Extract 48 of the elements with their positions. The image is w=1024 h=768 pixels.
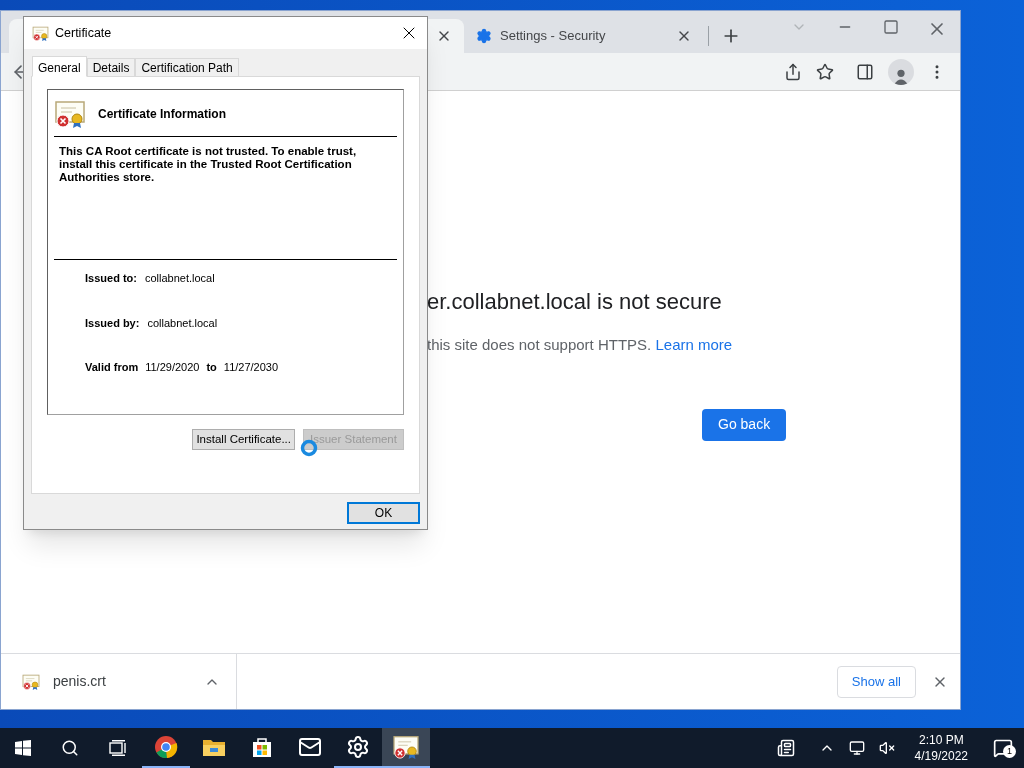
network-icon[interactable]	[848, 740, 865, 756]
field-label: Issued to:	[85, 271, 137, 286]
store-icon	[250, 735, 274, 759]
window-title: Certificate	[55, 24, 113, 42]
dialog-tab[interactable]: Certification Path	[135, 58, 239, 76]
show-all-button[interactable]: Show all	[836, 665, 916, 698]
maximize-icon[interactable]	[883, 19, 899, 35]
task-view-icon	[109, 740, 127, 756]
gear-icon	[476, 28, 492, 44]
field-label: Issued by:	[85, 315, 140, 331]
field-value: collabnet.local	[144, 271, 215, 286]
certificate-icon	[54, 100, 86, 128]
clock-date[interactable]: 4/19/2022	[914, 748, 968, 764]
dialog-tab[interactable]: Details	[86, 58, 136, 76]
dialog-button[interactable]: Install Certificate...	[192, 429, 295, 450]
download-filename[interactable]: penis.crt	[53, 671, 192, 692]
browser-tab[interactable]: Settings - Security	[464, 19, 704, 53]
field-value: collabnet.local	[147, 315, 218, 331]
profile-icon[interactable]	[888, 58, 914, 85]
search-icon	[61, 739, 79, 757]
settings-icon	[346, 735, 370, 759]
field-value: 11/29/2020	[145, 360, 200, 375]
file-icon	[21, 673, 41, 690]
share-icon[interactable]	[784, 62, 802, 81]
clock-time[interactable]: 2:10 PM	[918, 732, 964, 748]
star-icon[interactable]	[816, 62, 834, 81]
side-panel-icon[interactable]	[856, 62, 874, 81]
trust-message: This CA Root certificate is not trusted. To enable trust, install this certificate in the Trusted Root Certification Authorities store.	[54, 137, 397, 260]
learn-more-link[interactable]: Learn more	[655, 336, 733, 353]
field-label: Valid from	[85, 360, 139, 375]
go-back-button[interactable]: Go back	[702, 408, 787, 441]
info-title: Certificate Information	[98, 106, 226, 123]
dialog-tab[interactable]: General	[32, 56, 87, 77]
page-heading: er.collabnet.local is not secure	[427, 288, 723, 316]
field-label: to	[206, 360, 217, 375]
page-message: this site does not support HTTPS. Learn more	[427, 335, 734, 355]
muted-volume-icon[interactable]	[878, 740, 895, 756]
notification-count: 1	[1003, 745, 1016, 758]
mail-icon	[298, 735, 322, 759]
ok-button[interactable]: OK	[347, 502, 420, 524]
certificate-icon	[392, 735, 420, 759]
windows-icon	[15, 740, 31, 756]
notifications-icon[interactable]	[993, 738, 1013, 758]
taskbar-app[interactable]	[382, 728, 430, 768]
certificate-icon	[32, 25, 49, 41]
tab-title: Settings - Security	[500, 27, 607, 46]
chrome-icon	[154, 735, 178, 759]
field-value: 11/27/2030	[223, 360, 279, 375]
